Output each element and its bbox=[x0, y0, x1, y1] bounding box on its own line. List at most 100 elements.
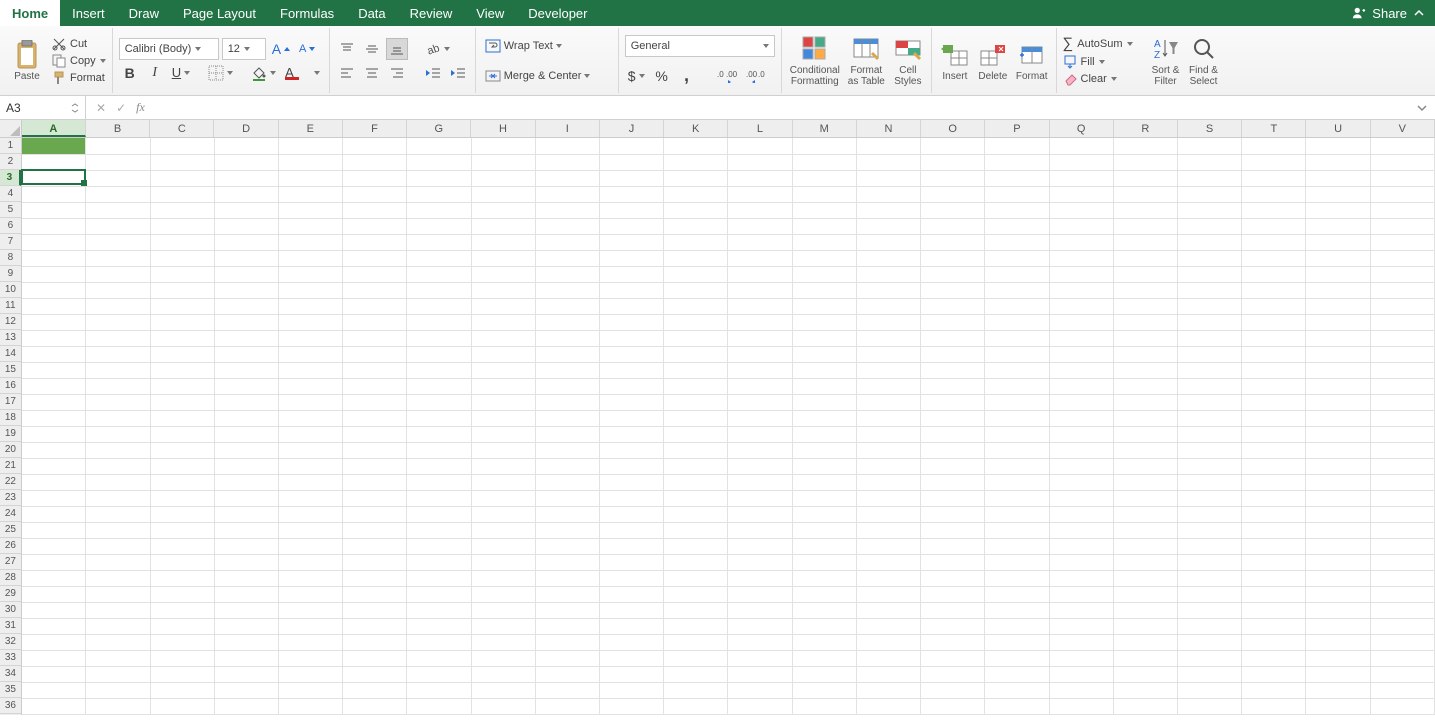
cell-H35[interactable] bbox=[471, 682, 535, 698]
cell-U15[interactable] bbox=[1306, 362, 1370, 378]
column-header-C[interactable]: C bbox=[150, 120, 214, 137]
cell-D28[interactable] bbox=[214, 570, 278, 586]
cell-E4[interactable] bbox=[279, 186, 343, 202]
cell-D22[interactable] bbox=[214, 474, 278, 490]
align-top-button[interactable] bbox=[336, 38, 358, 60]
cell-F10[interactable] bbox=[343, 282, 407, 298]
cell-C30[interactable] bbox=[150, 602, 214, 618]
cell-G34[interactable] bbox=[407, 666, 471, 682]
cell-E32[interactable] bbox=[279, 634, 343, 650]
cell-F5[interactable] bbox=[343, 202, 407, 218]
cell-N1[interactable] bbox=[856, 138, 920, 154]
cell-F24[interactable] bbox=[343, 506, 407, 522]
cell-C14[interactable] bbox=[150, 346, 214, 362]
cell-B11[interactable] bbox=[86, 298, 150, 314]
cell-Q28[interactable] bbox=[1049, 570, 1113, 586]
cell-M7[interactable] bbox=[792, 234, 856, 250]
cell-K19[interactable] bbox=[664, 426, 728, 442]
cell-R9[interactable] bbox=[1113, 266, 1177, 282]
cell-D20[interactable] bbox=[214, 442, 278, 458]
cell-D31[interactable] bbox=[214, 618, 278, 634]
cell-V31[interactable] bbox=[1370, 618, 1434, 634]
cell-J13[interactable] bbox=[600, 330, 664, 346]
cell-O28[interactable] bbox=[921, 570, 985, 586]
cell-T1[interactable] bbox=[1242, 138, 1306, 154]
cancel-formula-button[interactable]: ✕ bbox=[96, 101, 106, 115]
cell-Q25[interactable] bbox=[1049, 522, 1113, 538]
cell-G4[interactable] bbox=[407, 186, 471, 202]
row-header-1[interactable]: 1 bbox=[0, 138, 21, 154]
cell-N9[interactable] bbox=[856, 266, 920, 282]
tab-review[interactable]: Review bbox=[398, 0, 465, 26]
row-header-31[interactable]: 31 bbox=[0, 618, 21, 634]
cell-D17[interactable] bbox=[214, 394, 278, 410]
cell-C29[interactable] bbox=[150, 586, 214, 602]
cell-H30[interactable] bbox=[471, 602, 535, 618]
cell-M14[interactable] bbox=[792, 346, 856, 362]
cell-P36[interactable] bbox=[985, 698, 1049, 714]
cell-U24[interactable] bbox=[1306, 506, 1370, 522]
cell-G2[interactable] bbox=[407, 154, 471, 170]
cell-S30[interactable] bbox=[1177, 602, 1241, 618]
cell-I20[interactable] bbox=[535, 442, 599, 458]
cell-Q24[interactable] bbox=[1049, 506, 1113, 522]
cell-B13[interactable] bbox=[86, 330, 150, 346]
cell-H28[interactable] bbox=[471, 570, 535, 586]
cell-N33[interactable] bbox=[856, 650, 920, 666]
cell-F9[interactable] bbox=[343, 266, 407, 282]
cell-D7[interactable] bbox=[214, 234, 278, 250]
cell-G9[interactable] bbox=[407, 266, 471, 282]
cell-K8[interactable] bbox=[664, 250, 728, 266]
cell-I16[interactable] bbox=[535, 378, 599, 394]
cell-H32[interactable] bbox=[471, 634, 535, 650]
cell-D35[interactable] bbox=[214, 682, 278, 698]
cell-H13[interactable] bbox=[471, 330, 535, 346]
cell-U20[interactable] bbox=[1306, 442, 1370, 458]
cell-S26[interactable] bbox=[1177, 538, 1241, 554]
cell-L28[interactable] bbox=[728, 570, 792, 586]
cell-F27[interactable] bbox=[343, 554, 407, 570]
cell-O6[interactable] bbox=[921, 218, 985, 234]
cell-B16[interactable] bbox=[86, 378, 150, 394]
cell-K34[interactable] bbox=[664, 666, 728, 682]
tab-home[interactable]: Home bbox=[0, 0, 60, 26]
cell-B9[interactable] bbox=[86, 266, 150, 282]
cell-E24[interactable] bbox=[279, 506, 343, 522]
cell-E33[interactable] bbox=[279, 650, 343, 666]
column-header-I[interactable]: I bbox=[536, 120, 600, 137]
cell-D9[interactable] bbox=[214, 266, 278, 282]
row-header-17[interactable]: 17 bbox=[0, 394, 21, 410]
cell-I5[interactable] bbox=[535, 202, 599, 218]
cell-Q35[interactable] bbox=[1049, 682, 1113, 698]
cell-C15[interactable] bbox=[150, 362, 214, 378]
cell-S14[interactable] bbox=[1177, 346, 1241, 362]
cell-C25[interactable] bbox=[150, 522, 214, 538]
cell-N8[interactable] bbox=[856, 250, 920, 266]
delete-cells-button[interactable]: Delete bbox=[976, 40, 1010, 82]
cell-N30[interactable] bbox=[856, 602, 920, 618]
cell-A16[interactable] bbox=[22, 378, 86, 394]
cell-K12[interactable] bbox=[664, 314, 728, 330]
cell-U19[interactable] bbox=[1306, 426, 1370, 442]
cell-T34[interactable] bbox=[1242, 666, 1306, 682]
cell-A28[interactable] bbox=[22, 570, 86, 586]
cell-O14[interactable] bbox=[921, 346, 985, 362]
cell-K21[interactable] bbox=[664, 458, 728, 474]
cell-E30[interactable] bbox=[279, 602, 343, 618]
cell-K32[interactable] bbox=[664, 634, 728, 650]
cell-L15[interactable] bbox=[728, 362, 792, 378]
cell-U8[interactable] bbox=[1306, 250, 1370, 266]
sort-filter-button[interactable]: AZSort & Filter bbox=[1149, 34, 1183, 87]
cell-Q8[interactable] bbox=[1049, 250, 1113, 266]
cell-I17[interactable] bbox=[535, 394, 599, 410]
cell-G12[interactable] bbox=[407, 314, 471, 330]
cell-D32[interactable] bbox=[214, 634, 278, 650]
cell-D5[interactable] bbox=[214, 202, 278, 218]
cell-I10[interactable] bbox=[535, 282, 599, 298]
row-header-34[interactable]: 34 bbox=[0, 666, 21, 682]
cell-T4[interactable] bbox=[1242, 186, 1306, 202]
cell-D29[interactable] bbox=[214, 586, 278, 602]
cell-H33[interactable] bbox=[471, 650, 535, 666]
increase-indent-button[interactable] bbox=[447, 62, 469, 84]
cell-V12[interactable] bbox=[1370, 314, 1434, 330]
